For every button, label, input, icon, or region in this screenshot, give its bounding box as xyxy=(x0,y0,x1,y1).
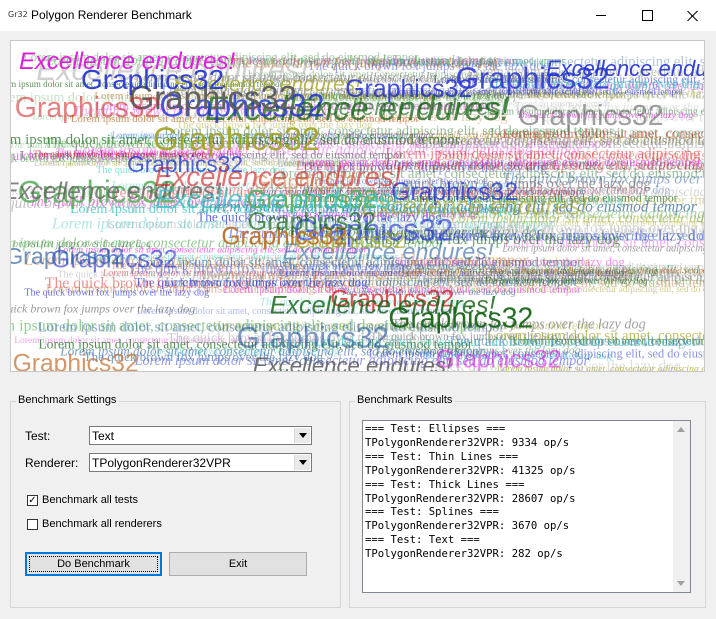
canvas-filler-text: Lorem ipsum dolor sit amet, consectetur … xyxy=(438,269,705,284)
checkbox-unchecked-icon[interactable] xyxy=(27,518,38,530)
results-text[interactable]: === Test: Ellipses === TPolygonRenderer32… xyxy=(365,423,675,562)
benchmark-all-tests-checkbox[interactable]: ✓ Benchmark all tests xyxy=(27,494,138,506)
scroll-down-icon[interactable] xyxy=(677,581,685,586)
exit-button[interactable]: Exit xyxy=(169,552,307,576)
test-label: Test: xyxy=(25,429,51,443)
render-canvas: Lorem ipsum dolor sit amet, consectetur … xyxy=(10,40,705,372)
minimize-button[interactable] xyxy=(578,0,624,31)
renderer-label: Renderer: xyxy=(25,456,79,470)
canvas-big-text: Graphics32 xyxy=(436,347,562,372)
test-select[interactable]: Text xyxy=(89,426,312,445)
test-select-value: Text xyxy=(92,429,115,443)
exit-label: Exit xyxy=(228,558,248,570)
result-line: TPolygonRenderer32VPR: 3670 op/s xyxy=(365,520,570,533)
maximize-button[interactable] xyxy=(624,0,670,31)
result-line: TPolygonRenderer32VPR: 28607 op/s xyxy=(365,492,576,505)
canvas-big-text: Excellence endures! xyxy=(270,291,496,319)
result-line: === Test: Thin Lines === xyxy=(365,450,519,463)
title-bar: Gr32 Polygon Renderer Benchmark xyxy=(0,0,716,31)
canvas-big-text: Excellence endures! xyxy=(155,184,399,214)
canvas-big-text: Graphics32 xyxy=(81,64,224,95)
benchmark-all-renderers-label: Benchmark all renderers xyxy=(42,518,162,530)
result-line: === Test: Ellipses === xyxy=(365,423,506,435)
result-line: TPolygonRenderer32VPR: 282 op/s xyxy=(365,548,563,561)
canvas-big-text: Excellence endures! xyxy=(300,94,507,120)
canvas-big-text: Excellence endures! xyxy=(546,56,705,81)
benchmark-settings-label: Benchmark Settings xyxy=(16,394,119,406)
maximize-icon xyxy=(641,10,653,21)
vertical-scrollbar[interactable] xyxy=(673,421,690,592)
canvas-big-text: Graphics32 xyxy=(237,322,389,355)
render-canvas-drawing: Lorem ipsum dolor sit amet, consectetur … xyxy=(11,48,705,372)
chevron-down-icon[interactable] xyxy=(294,428,310,443)
result-line: === Test: Thick Lines === xyxy=(365,478,525,491)
result-line: TPolygonRenderer32VPR: 41325 op/s xyxy=(365,464,576,477)
canvas-big-text: Excellence endures! xyxy=(253,353,452,372)
canvas-filler-text: Lorem ipsum dolor sit amet, consectetur … xyxy=(435,148,705,164)
do-benchmark-button[interactable]: Do Benchmark xyxy=(25,552,162,576)
window-title: Polygon Renderer Benchmark xyxy=(31,8,192,22)
canvas-big-text: Graphics32 xyxy=(518,100,664,132)
scroll-up-icon[interactable] xyxy=(677,427,685,432)
benchmark-results-label: Benchmark Results xyxy=(355,394,455,406)
benchmark-all-tests-label: Benchmark all tests xyxy=(42,494,138,506)
result-line: === Test: Splines === xyxy=(365,506,499,519)
close-button[interactable] xyxy=(670,0,716,31)
close-icon xyxy=(687,10,699,22)
canvas-big-text: Graphics32 xyxy=(11,243,124,269)
canvas-big-text: Graphics32 xyxy=(13,351,139,372)
results-memo[interactable]: === Test: Ellipses === TPolygonRenderer32… xyxy=(362,420,691,593)
renderer-select-value: TPolygonRenderer32VPR xyxy=(92,456,231,470)
app-icon: Gr32 xyxy=(8,10,28,19)
canvas-big-text: Graphics32 xyxy=(15,92,161,124)
minimize-icon xyxy=(596,15,606,16)
chevron-down-icon[interactable] xyxy=(294,455,310,470)
canvas-filler-text: The quick brown fox jumps over the lazy … xyxy=(11,302,195,316)
result-line: TPolygonRenderer32VPR: 9334 op/s xyxy=(365,436,570,449)
benchmark-all-renderers-checkbox[interactable]: Benchmark all renderers xyxy=(27,518,162,530)
result-line: === Test: Text === xyxy=(365,534,480,547)
checkbox-checked-icon[interactable]: ✓ xyxy=(27,494,38,506)
renderer-select[interactable]: TPolygonRenderer32VPR xyxy=(89,453,312,472)
